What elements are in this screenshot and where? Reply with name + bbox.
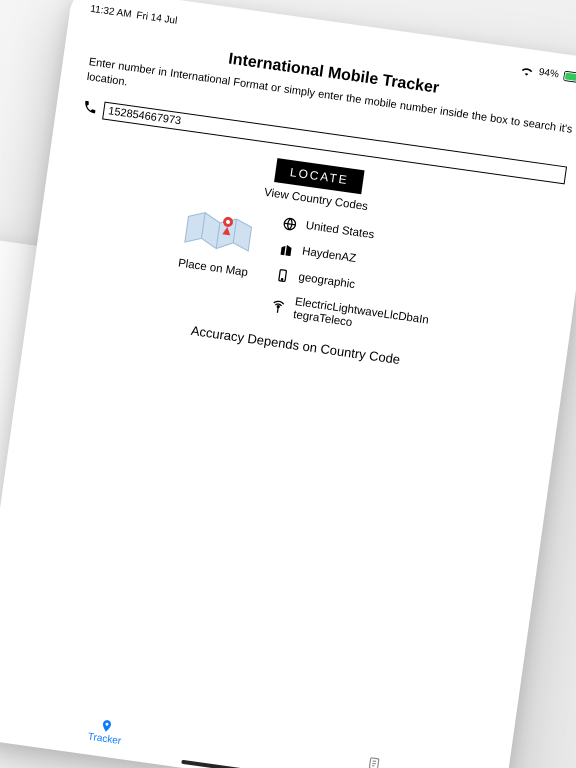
tab-history[interactable]: History [356, 755, 390, 768]
tab-tracker-label: Tracker [87, 732, 122, 748]
status-time: 11:32 AM [90, 4, 133, 21]
antenna-icon [269, 299, 287, 317]
map-thumbnail[interactable] [179, 202, 257, 260]
phone-icon [81, 99, 98, 119]
tab-tracker[interactable]: Tracker [87, 717, 124, 747]
building-icon [277, 241, 295, 259]
globe-icon [281, 216, 299, 234]
wifi-icon [519, 65, 534, 77]
device-icon [274, 267, 292, 285]
status-date: Fri 14 Jul [136, 11, 178, 28]
pin-icon [98, 718, 114, 734]
battery-icon [563, 71, 576, 85]
place-on-map-label: Place on Map [177, 257, 248, 279]
document-icon [366, 756, 382, 768]
status-battery: 94% [538, 67, 559, 81]
